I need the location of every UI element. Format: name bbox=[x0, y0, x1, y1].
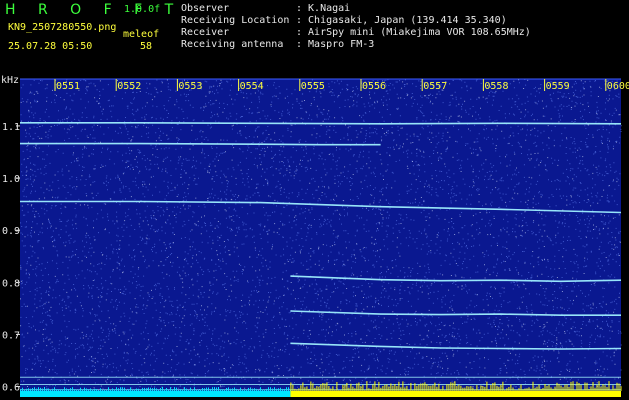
y-tick-label-5: 0.6 bbox=[2, 383, 20, 394]
y-tick-label-3: 0.8 bbox=[2, 278, 20, 289]
bottom-strip-yellow bbox=[290, 391, 621, 397]
x-tick-label-5: 0556 bbox=[362, 81, 386, 92]
x-tick-label-7: 0558 bbox=[484, 81, 508, 92]
y-tick-label-1: 1.0 bbox=[2, 174, 20, 185]
y-tick-label-4: 0.7 bbox=[2, 330, 20, 341]
x-tick-label-6: 0557 bbox=[423, 81, 447, 92]
x-tick-label-4: 0555 bbox=[301, 81, 325, 92]
y-axis-label: kHz bbox=[1, 75, 19, 86]
y-tick-label-0: 1.1 bbox=[2, 122, 20, 133]
x-tick-label-3: 0554 bbox=[240, 81, 264, 92]
waterfall-chart: 0551 0552 0553 0554 0555 0556 0557 0558 0559 0600… bbox=[1, 75, 629, 397]
hrofft-window: H R O F F T 1.0.0f KN9_2507280550.png 25… bbox=[0, 0, 629, 400]
x-tick-label-9: 0600 bbox=[607, 81, 629, 92]
bottom-strip-cyan bbox=[20, 391, 291, 397]
x-tick-label-2: 0553 bbox=[178, 81, 202, 92]
x-tick-label-1: 0552 bbox=[117, 81, 141, 92]
y-tick-label-2: 0.9 bbox=[2, 226, 20, 237]
x-tick-label-0: 0551 bbox=[56, 81, 80, 92]
x-tick-label-8: 0559 bbox=[546, 81, 570, 92]
